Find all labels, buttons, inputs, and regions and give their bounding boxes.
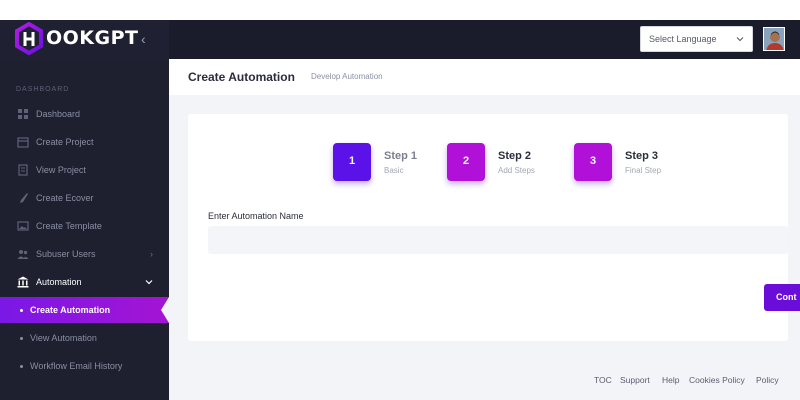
footer-link-toc[interactable]: TOC	[594, 375, 612, 385]
view-doc-icon	[18, 164, 28, 176]
footer-link-support[interactable]: Support	[620, 375, 650, 385]
sidebar-subitem-workflow-email-history[interactable]: Workflow Email History	[0, 353, 169, 379]
main-content: Create Automation Develop Automation 1 S…	[169, 59, 800, 400]
sidebar-item-label: Automation	[36, 277, 82, 287]
users-icon	[17, 250, 29, 259]
sidebar-item-automation[interactable]: Automation	[0, 269, 169, 295]
continue-button-label: Cont	[776, 292, 797, 302]
step-title: Step 2	[498, 150, 532, 162]
avatar-photo-icon	[764, 28, 784, 50]
sidebar-subitem-label: Create Automation	[30, 305, 111, 315]
sidebar-subitem-create-automation[interactable]: Create Automation	[0, 297, 169, 323]
dashboard-icon	[18, 109, 28, 119]
sidebar-item-create-ecover[interactable]: Create Ecover	[0, 185, 169, 211]
step-number-box: 1	[333, 143, 371, 181]
language-select-label: Select Language	[649, 34, 717, 44]
step-number: 2	[462, 155, 470, 167]
footer-links: TOC Support Help Cookies Policy Policy	[169, 375, 800, 389]
chevron-down-icon	[145, 280, 153, 285]
automation-name-input[interactable]	[208, 226, 788, 254]
page-subtitle: Develop Automation	[311, 72, 383, 81]
sidebar-item-view-project[interactable]: View Project	[0, 157, 169, 183]
step-description: Basic	[384, 166, 404, 175]
chevron-right-icon: ›	[150, 249, 153, 259]
step-number: 1	[348, 155, 356, 167]
active-indicator	[161, 297, 169, 323]
automation-name-label: Enter Automation Name	[208, 211, 304, 221]
sidebar-item-label: Create Ecover	[36, 193, 94, 203]
sidebar-item-label: Dashboard	[36, 109, 81, 119]
sidebar-item-create-template[interactable]: Create Template	[0, 213, 169, 239]
step-number: 3	[589, 155, 597, 167]
sidebar: DASHBOARD Dashboard Create Project View …	[0, 59, 169, 400]
top-navbar: OOKGPT ‹ Select Language	[0, 20, 800, 59]
continue-button[interactable]: Cont	[764, 284, 800, 311]
step-number-box: 2	[447, 143, 485, 181]
user-avatar[interactable]	[763, 27, 785, 51]
sidebar-subitem-label: View Automation	[30, 333, 97, 343]
sidebar-item-dashboard[interactable]: Dashboard	[0, 101, 169, 127]
step-title: Step 3	[625, 150, 659, 162]
chevron-down-icon	[736, 37, 744, 42]
sidebar-item-label: Create Project	[36, 137, 94, 147]
step-title: Step 1	[384, 150, 418, 162]
sidebar-section-label: DASHBOARD	[16, 86, 70, 93]
step-description: Add Steps	[498, 166, 535, 175]
page-title: Create Automation	[188, 70, 295, 84]
brand-name: OOKGPT	[46, 27, 139, 49]
footer-link-help[interactable]: Help	[662, 375, 679, 385]
bullet-icon	[20, 337, 23, 340]
sidebar-item-label: View Project	[36, 165, 86, 175]
footer-link-policy[interactable]: Policy	[756, 375, 779, 385]
sidebar-item-label: Subuser Users	[36, 249, 96, 259]
language-select[interactable]: Select Language	[640, 26, 753, 52]
footer-link-cookies-policy[interactable]: Cookies Policy	[689, 375, 745, 385]
bank-icon	[17, 276, 29, 288]
step-number-box: 3	[574, 143, 612, 181]
page-subheader: Create Automation Develop Automation	[169, 59, 800, 95]
brand-logo-area[interactable]: OOKGPT ‹	[0, 20, 169, 59]
sidebar-item-subuser-users[interactable]: Subuser Users ›	[0, 241, 169, 267]
sidebar-collapse-icon[interactable]: ‹	[141, 31, 146, 47]
step-description: Final Step	[625, 166, 662, 175]
automation-wizard-card: 1 Step 1 Basic 2 Step 2 Add Steps 3 Step…	[188, 114, 788, 341]
brush-icon	[20, 193, 28, 203]
calendar-icon	[17, 137, 29, 148]
sidebar-item-create-project[interactable]: Create Project	[0, 129, 169, 155]
sidebar-subitem-label: Workflow Email History	[30, 361, 123, 371]
sidebar-item-label: Create Template	[36, 221, 102, 231]
sidebar-subitem-view-automation[interactable]: View Automation	[0, 325, 169, 351]
app-root: OOKGPT ‹ Select Language DASHBOARD Dashb…	[0, 0, 800, 400]
bullet-icon	[20, 309, 23, 312]
logo-hook-icon	[15, 22, 43, 56]
image-icon	[17, 221, 29, 231]
bullet-icon	[20, 365, 23, 368]
